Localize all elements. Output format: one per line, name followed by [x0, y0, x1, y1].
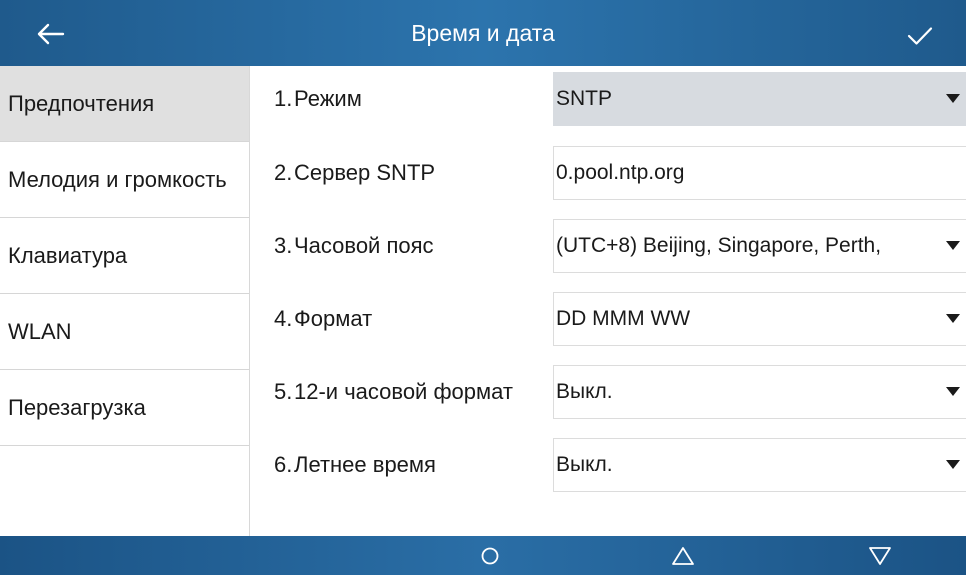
- sidebar: Предпочтения Мелодия и громкость Клавиат…: [0, 66, 250, 536]
- row-number: 3.: [274, 233, 293, 258]
- setting-row-dst: 6. Летнее время Выкл.: [252, 438, 966, 492]
- nav-up-button[interactable]: [663, 540, 703, 572]
- settings-panel: 1. Режим SNTP 2. Сервер SNTP 0.pool.ntp.…: [252, 66, 966, 536]
- checkmark-icon: [907, 27, 933, 45]
- dropdown-arrow-icon: [940, 241, 966, 251]
- sntp-server-input[interactable]: 0.pool.ntp.org: [553, 146, 966, 200]
- row-label: Часовой пояс: [294, 233, 434, 258]
- dropdown-arrow-icon: [940, 94, 966, 104]
- date-format-value: DD MMM WW: [556, 307, 691, 330]
- sidebar-item-ringtone-volume[interactable]: Мелодия и громкость: [0, 142, 249, 218]
- mode-value: SNTP: [556, 87, 613, 110]
- sidebar-item-wlan[interactable]: WLAN: [0, 294, 249, 370]
- title-bar: Время и дата: [0, 0, 966, 66]
- navigation-bar: [0, 536, 966, 575]
- home-button[interactable]: [470, 540, 510, 572]
- dst-select[interactable]: Выкл.: [553, 438, 966, 492]
- 12h-format-value: Выкл.: [556, 380, 613, 403]
- sidebar-item-label: Перезагрузка: [8, 394, 146, 420]
- triangle-up-icon: [672, 547, 694, 565]
- sidebar-item-preferences[interactable]: Предпочтения: [0, 66, 249, 142]
- dst-value: Выкл.: [556, 453, 613, 476]
- dropdown-arrow-icon: [940, 387, 966, 397]
- circle-home-icon: [481, 547, 499, 565]
- 12h-format-select[interactable]: Выкл.: [553, 365, 966, 419]
- nav-down-button[interactable]: [860, 540, 900, 572]
- row-label: Формат: [294, 306, 373, 331]
- row-number: 2.: [274, 160, 293, 185]
- sidebar-item-label: Клавиатура: [8, 242, 128, 268]
- setting-row-mode: 1. Режим SNTP: [252, 72, 966, 126]
- dropdown-arrow-icon: [940, 460, 966, 470]
- dropdown-arrow-icon: [940, 314, 966, 324]
- row-label: 12-и часовой формат: [294, 379, 513, 404]
- setting-row-sntp-server: 2. Сервер SNTP 0.pool.ntp.org: [252, 146, 966, 200]
- timezone-value: (UTC+8) Beijing, Singapore, Perth,: [556, 234, 882, 257]
- sntp-server-value: 0.pool.ntp.org: [556, 161, 685, 184]
- mode-select[interactable]: SNTP: [553, 72, 966, 126]
- sidebar-item-reboot[interactable]: Перезагрузка: [0, 370, 249, 446]
- sidebar-item-label: Предпочтения: [8, 90, 155, 116]
- row-number: 1.: [274, 86, 293, 111]
- triangle-down-icon: [869, 547, 891, 565]
- confirm-button[interactable]: [898, 16, 942, 56]
- row-label: Сервер SNTP: [294, 160, 436, 185]
- row-label: Режим: [294, 86, 362, 111]
- row-number: 4.: [274, 306, 293, 331]
- date-format-select[interactable]: DD MMM WW: [553, 292, 966, 346]
- sidebar-item-keyboard[interactable]: Клавиатура: [0, 218, 249, 294]
- sidebar-item-label: Мелодия и громкость: [8, 166, 227, 192]
- row-number: 6.: [274, 452, 293, 477]
- timezone-select[interactable]: (UTC+8) Beijing, Singapore, Perth,: [553, 219, 966, 273]
- sidebar-item-label: WLAN: [8, 318, 72, 344]
- page-title: Время и дата: [411, 20, 555, 46]
- row-label: Летнее время: [294, 452, 436, 477]
- setting-row-12h-format: 5. 12-и часовой формат Выкл.: [252, 365, 966, 419]
- setting-row-format: 4. Формат DD MMM WW: [252, 292, 966, 346]
- setting-row-timezone: 3. Часовой пояс (UTC+8) Beijing, Singapo…: [252, 219, 966, 273]
- row-number: 5.: [274, 379, 293, 404]
